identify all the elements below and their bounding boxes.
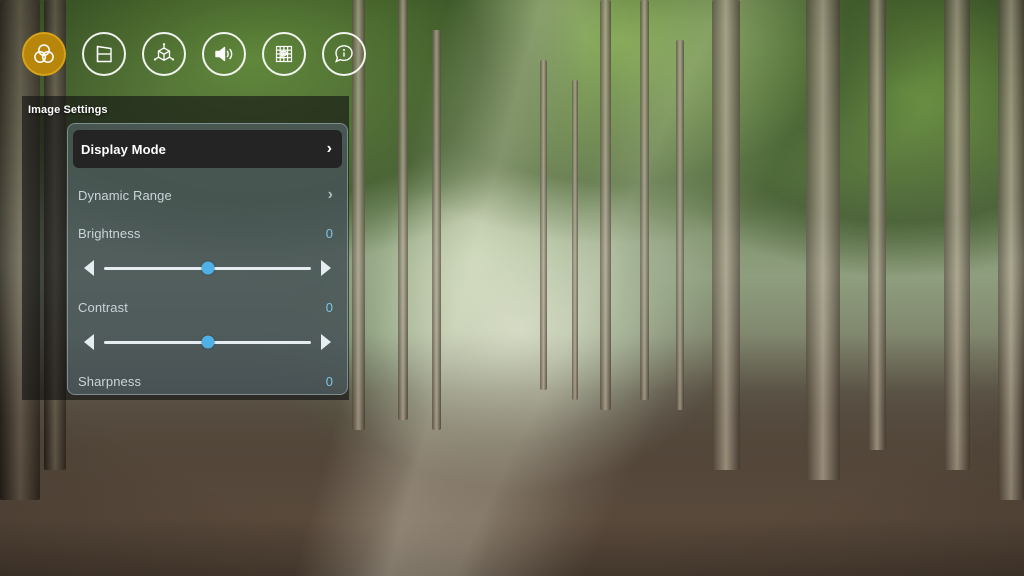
nav-item-three-d-settings[interactable] — [142, 32, 186, 76]
projector-p-grid-icon: P — [271, 41, 297, 67]
tree-trunk — [600, 0, 611, 410]
projector-osd-screen: P Image Settings Display Mode › Dynamic … — [0, 0, 1024, 576]
osd-nav-bar[interactable]: P — [22, 32, 366, 76]
menu-row-value: 0 — [325, 299, 333, 315]
menu-row-label: Brightness — [78, 225, 141, 241]
slider-thumb[interactable] — [201, 261, 214, 275]
slider-decrease-arrow-icon[interactable] — [84, 260, 94, 276]
chevron-right-icon: › — [326, 140, 332, 157]
contrast-slider[interactable] — [68, 326, 347, 358]
slider-increase-arrow-icon[interactable] — [321, 260, 331, 276]
cube-3d-icon — [151, 41, 177, 67]
speaker-icon — [211, 41, 237, 67]
tree-trunk — [944, 0, 970, 470]
brightness-slider[interactable] — [68, 252, 347, 284]
slider-track[interactable] — [104, 335, 311, 349]
menu-row-display-mode[interactable]: Display Mode › — [73, 130, 342, 168]
tree-trunk — [676, 40, 684, 410]
menu-row-label: Dynamic Range — [78, 187, 172, 203]
nav-item-projector-settings[interactable]: P — [262, 32, 306, 76]
osd-section-title: Image Settings — [28, 104, 108, 116]
menu-row-label: Display Mode — [81, 141, 166, 157]
tree-trunk — [712, 0, 740, 470]
nav-item-audio-settings[interactable] — [202, 32, 246, 76]
color-circles-icon — [31, 41, 57, 67]
slider-increase-arrow-icon[interactable] — [321, 334, 331, 350]
menu-row-dynamic-range[interactable]: Dynamic Range › — [68, 176, 347, 214]
nav-item-screen-settings[interactable] — [82, 32, 126, 76]
tree-trunk — [398, 0, 408, 420]
menu-row-brightness[interactable]: Brightness 0 — [68, 214, 347, 252]
info-bubble-icon — [331, 41, 357, 67]
menu-row-label: Sharpness — [78, 373, 142, 389]
chevron-right-icon: › — [327, 186, 333, 203]
menu-row-sharpness[interactable]: Sharpness 0 — [68, 362, 347, 394]
tree-trunk — [868, 0, 886, 450]
tree-trunk — [806, 0, 840, 480]
slider-decrease-arrow-icon[interactable] — [84, 334, 94, 350]
svg-text:P: P — [280, 49, 287, 61]
tree-trunk — [998, 0, 1024, 500]
nav-item-information[interactable] — [322, 32, 366, 76]
tree-trunk — [640, 0, 649, 400]
tree-trunk — [572, 80, 578, 400]
screen-keystone-icon — [91, 41, 117, 67]
tree-trunk — [540, 60, 547, 390]
slider-thumb[interactable] — [201, 335, 214, 349]
menu-row-value: 0 — [325, 225, 333, 241]
slider-track[interactable] — [104, 261, 311, 275]
menu-row-contrast[interactable]: Contrast 0 — [68, 288, 347, 326]
menu-row-value: 0 — [325, 373, 333, 389]
nav-item-image-settings[interactable] — [22, 32, 66, 76]
row-spacer — [68, 168, 347, 176]
menu-row-label: Contrast — [78, 299, 128, 315]
tree-trunk — [432, 30, 441, 430]
image-settings-menu-panel[interactable]: Display Mode › Dynamic Range › Brightnes… — [67, 123, 348, 395]
